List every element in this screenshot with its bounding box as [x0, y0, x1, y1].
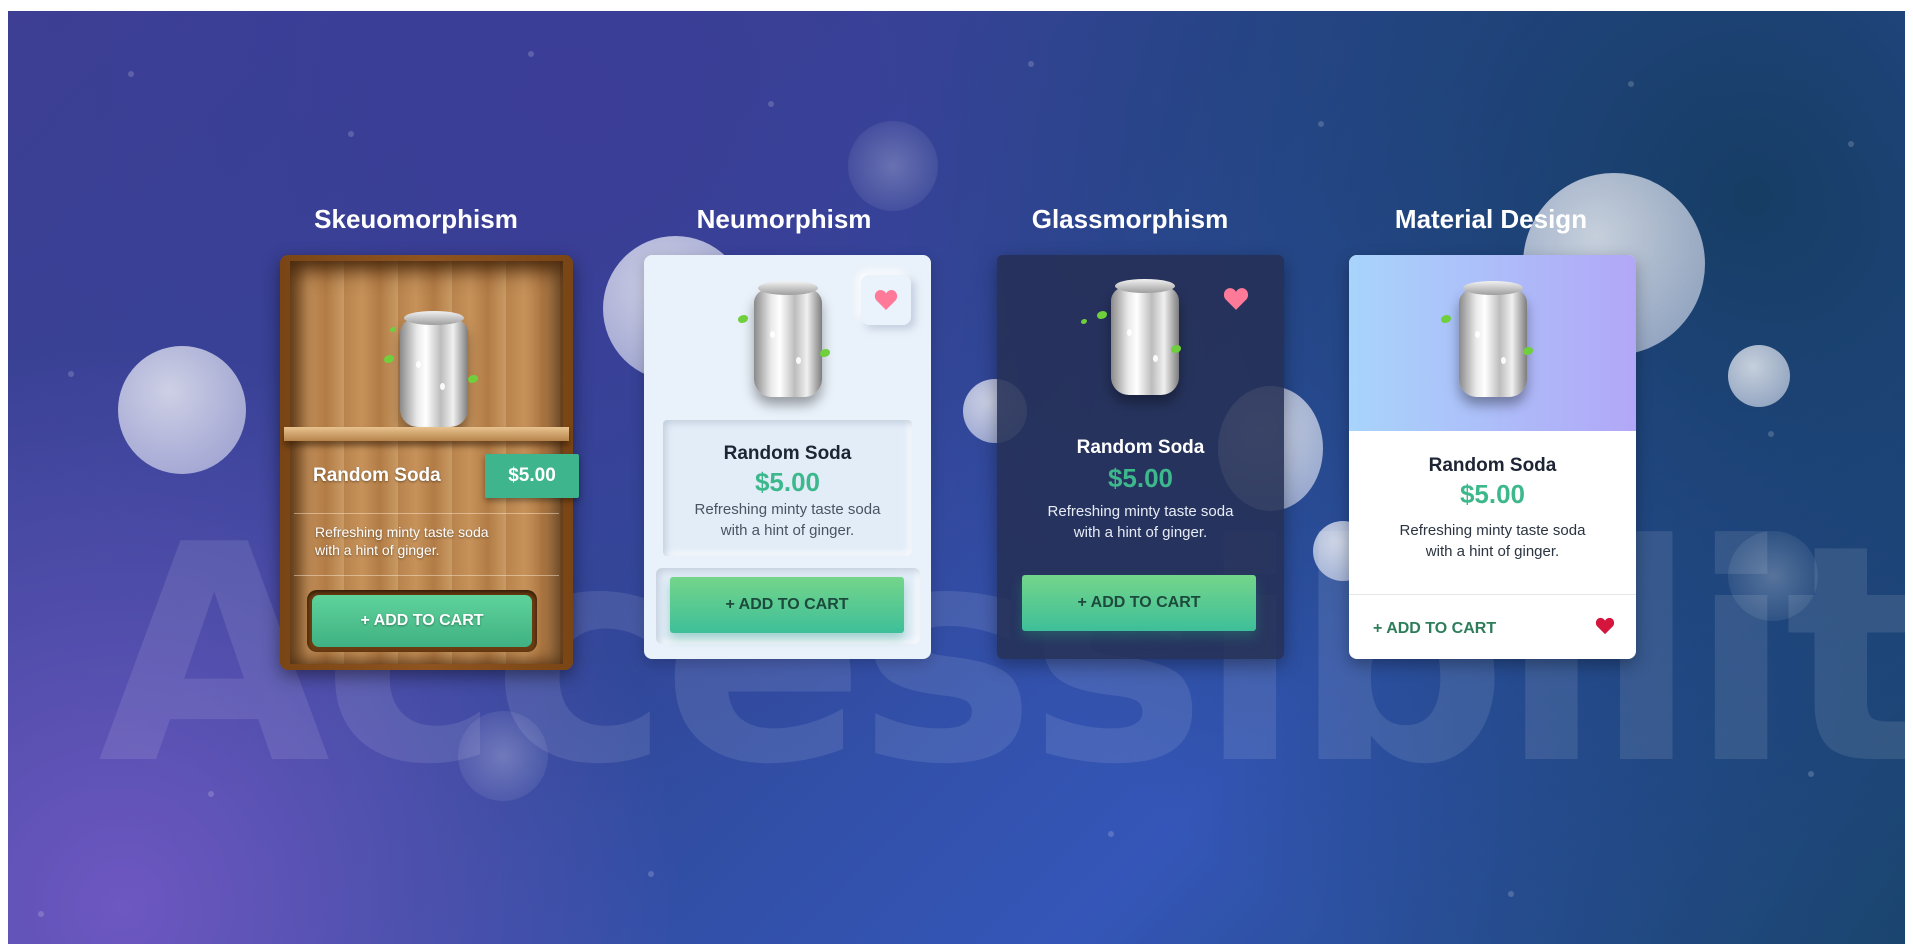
background-dot [1508, 891, 1514, 897]
product-description: Refreshing minty taste soda with a hint … [315, 524, 489, 558]
background-dot [1848, 141, 1854, 147]
style-title-glassmorphism: Glassmorphism [1031, 204, 1229, 234]
glow-bubble [848, 121, 938, 211]
soda-can-image [1453, 281, 1533, 401]
leaf-decoration [820, 349, 830, 357]
leaf-decoration [738, 315, 748, 323]
product-description: Refreshing minty taste soda with a hint … [1047, 503, 1234, 541]
wood-shelf [284, 427, 569, 441]
soda-can-image [1105, 279, 1185, 399]
background-dot [68, 371, 74, 377]
background-dot [528, 51, 534, 57]
background-dot [648, 871, 654, 877]
add-to-cart-button[interactable]: + ADD TO CART [307, 590, 537, 652]
style-title-material-design: Material Design [1394, 204, 1588, 234]
product-name: Random Soda [723, 443, 852, 464]
add-to-cart-button[interactable]: + ADD TO CART [670, 577, 904, 633]
divider [294, 575, 559, 576]
background-dot [768, 101, 774, 107]
favorite-button[interactable] [861, 275, 911, 325]
add-to-cart-button[interactable]: + ADD TO CART [1022, 575, 1256, 631]
background-dot [128, 71, 134, 77]
product-name: Random Soda [313, 465, 441, 486]
background-dot [1628, 81, 1634, 87]
heart-icon[interactable] [1223, 287, 1249, 311]
style-title-neumorphism: Neumorphism [696, 204, 872, 234]
background-dot [1028, 61, 1034, 67]
heart-icon[interactable] [1595, 617, 1615, 635]
style-title-skeuomorphism: Skeuomorphism [314, 204, 518, 234]
background-dot [348, 131, 354, 137]
product-name: Random Soda [1428, 455, 1557, 476]
bubble [1728, 345, 1790, 407]
product-card-skeuomorphism: Random Soda $5.00 Refreshing minty taste… [280, 255, 579, 670]
product-price: $5.00 [1459, 479, 1526, 509]
product-card-glassmorphism: Random Soda $5.00 Refreshing minty taste… [997, 255, 1284, 659]
background-dot [1768, 431, 1774, 437]
divider [294, 513, 559, 514]
background-dot [1108, 831, 1114, 837]
leaf-decoration [1081, 319, 1087, 324]
product-name: Random Soda [1076, 437, 1205, 458]
soda-can-image [394, 311, 474, 431]
product-card-material-design: Random Soda $5.00 Refreshing minty taste… [1349, 255, 1636, 659]
background-dot [38, 911, 44, 917]
product-price: $5.00 [754, 467, 821, 497]
heart-icon [874, 290, 898, 310]
product-card-neumorphism: Random Soda $5.00 Refreshing minty taste… [644, 255, 931, 659]
product-description: Refreshing minty taste soda with a hint … [694, 501, 881, 539]
add-to-cart-button[interactable]: + ADD TO CART [1373, 614, 1513, 644]
soda-can-image [748, 281, 828, 401]
price-tag: $5.00 [485, 454, 579, 498]
divider [1349, 594, 1636, 595]
bubble [118, 346, 246, 474]
background-dot [1318, 121, 1324, 127]
product-price: $5.00 [1107, 463, 1174, 493]
product-description: Refreshing minty taste soda with a hint … [1399, 522, 1586, 560]
